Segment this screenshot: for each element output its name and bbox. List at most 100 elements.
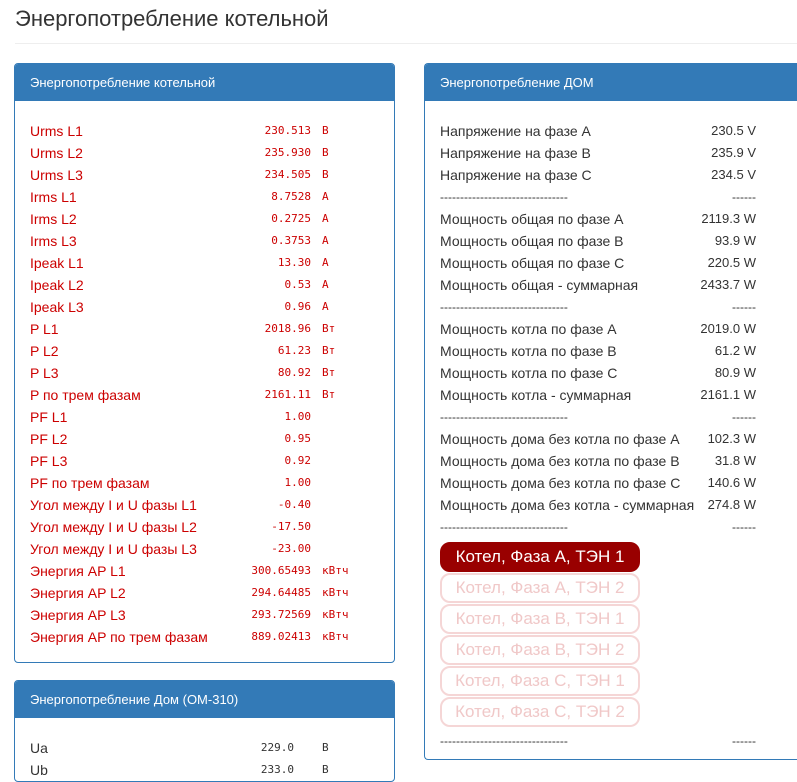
house-row-label: Мощность котла по фазе C (440, 365, 618, 381)
house-row-value: 2019.0 W (700, 321, 756, 336)
boiler-row: Ipeak L2 0.53 А (15, 274, 394, 296)
boiler-row-label: P по трем фазам (30, 387, 141, 403)
house-row: Мощность общая по фазе B 93.9 W (425, 230, 797, 252)
boiler-row: Irms L2 0.2725 А (15, 208, 394, 230)
house-rows: Напряжение на фазе A 230.5 V Напряжение на… (425, 101, 797, 752)
house-row-label: Мощность общая - суммарная (440, 277, 639, 293)
boiler-row: P L3 80.92 Вт (15, 362, 394, 384)
house-row-value: 31.8 W (714, 453, 756, 468)
boiler-row: Urms L2 235.930 В (15, 142, 394, 164)
boiler-row-unit: А (322, 300, 329, 313)
house-row: Мощность общая по фазе C 220.5 W (425, 252, 797, 274)
house-row-value: 2119.3 W (701, 211, 756, 226)
house-om-panel-heading: Энергопотребление Дом (ОМ-310) (15, 681, 394, 718)
boiler-row-value: 61.23 (277, 344, 311, 357)
boiler-row-label: P L1 (30, 321, 59, 337)
house-row-label: Мощность котла по фазе A (440, 321, 617, 337)
boiler-row-label: Ipeak L2 (30, 277, 84, 293)
separator-left: -------------------------------- (440, 190, 568, 204)
house-om-row-value: 229.0 (260, 741, 294, 754)
boiler-row-unit: кВтч (322, 630, 349, 643)
boiler-row-unit: Вт (322, 344, 336, 357)
boiler-row-label: Irms L3 (30, 233, 77, 249)
boiler-row: Энергия AP по трем фазам 889.02413 кВтч (15, 626, 394, 648)
boiler-row-label: Угол между I и U фазы L2 (30, 519, 197, 535)
boiler-row-unit: Вт (322, 366, 336, 379)
heater-toggle-button[interactable]: Котел, Фаза C, ТЭН 1 (440, 666, 640, 696)
house-row: Мощность дома без котла по фазе A 102.3 W (425, 428, 797, 450)
boiler-row-value: 80.92 (277, 366, 311, 379)
house-row-label: Мощность общая по фазе B (440, 233, 624, 249)
separator-left: -------------------------------- (440, 410, 568, 424)
separator-right: ------ (732, 410, 756, 424)
boiler-row: Irms L1 8.7528 А (15, 186, 394, 208)
boiler-row: PF L2 0.95 (15, 428, 394, 450)
separator-row: -------------------------------- ------ (425, 516, 797, 538)
heater-toggle-button[interactable]: Котел, Фаза B, ТЭН 1 (440, 604, 640, 634)
separator-left: -------------------------------- (440, 520, 568, 534)
boiler-row-unit: А (322, 190, 329, 203)
boiler-row: Urms L1 230.513 В (15, 120, 394, 142)
house-row-value: 274.8 W (707, 497, 756, 512)
house-row: Напряжение на фазе C 234.5 V (425, 164, 797, 186)
separator-row: -------------------------------- ------ (425, 406, 797, 428)
boiler-row: Энергия AP L1 300.65493 кВтч (15, 560, 394, 582)
boiler-row-unit: кВтч (322, 564, 349, 577)
boiler-row-value: 235.930 (264, 146, 311, 159)
house-om-row-label: Ua (30, 740, 48, 756)
boiler-row-value: 2161.11 (264, 388, 311, 401)
boiler-row-unit: кВтч (322, 608, 349, 621)
house-row-label: Мощность дома без котла по фазе B (440, 453, 680, 469)
boiler-row-unit: А (322, 278, 329, 291)
separator-row: -------------------------------- ------ (425, 730, 797, 752)
boiler-row-label: PF L2 (30, 431, 68, 447)
boiler-row: Urms L3 234.505 В (15, 164, 394, 186)
boiler-row-unit: кВтч (322, 586, 349, 599)
boiler-row-value: -23.00 (271, 542, 311, 555)
house-row-value: 80.9 W (714, 365, 756, 380)
boiler-row-label: P L2 (30, 343, 59, 359)
boiler-row-label: Угол между I и U фазы L1 (30, 497, 197, 513)
boiler-row: Угол между I и U фазы L2 -17.50 (15, 516, 394, 538)
house-row-label: Напряжение на фазе A (440, 123, 591, 139)
boiler-row-value: 0.95 (284, 432, 312, 445)
heater-toggle-button[interactable]: Котел, Фаза A, ТЭН 2 (440, 573, 640, 603)
house-row-value: 61.2 W (714, 343, 756, 358)
boiler-row-label: Энергия AP L1 (30, 563, 126, 579)
boiler-row-value: 300.65493 (251, 564, 311, 577)
boiler-row-unit: А (322, 234, 329, 247)
boiler-row-value: 1.00 (284, 476, 312, 489)
boiler-row-value: 0.96 (284, 300, 312, 313)
separator-row: -------------------------------- ------ (425, 186, 797, 208)
boiler-row-label: P L3 (30, 365, 59, 381)
boiler-row-unit: В (322, 146, 329, 159)
heater-toggle-button[interactable]: Котел, Фаза C, ТЭН 2 (440, 697, 640, 727)
heater-toggle-button[interactable]: Котел, Фаза B, ТЭН 2 (440, 635, 640, 665)
boiler-row: Энергия AP L3 293.72569 кВтч (15, 604, 394, 626)
house-row: Мощность котла - суммарная 2161.1 W (425, 384, 797, 406)
boiler-row: Угол между I и U фазы L3 -23.00 (15, 538, 394, 560)
boiler-row-value: 889.02413 (251, 630, 311, 643)
boiler-row-value: 294.64485 (251, 586, 311, 599)
boiler-row: Угол между I и U фазы L1 -0.40 (15, 494, 394, 516)
house-row: Мощность общая - суммарная 2433.7 W (425, 274, 797, 296)
separator-right: ------ (732, 520, 756, 534)
boiler-row-value: 0.92 (284, 454, 312, 467)
boiler-row-value: 0.3753 (271, 234, 311, 247)
house-row: Напряжение на фазе A 230.5 V (425, 120, 797, 142)
boiler-row: P L1 2018.96 Вт (15, 318, 394, 340)
heater-buttons: Котел, Фаза A, ТЭН 1 Котел, Фаза A, ТЭН 2… (425, 538, 797, 730)
house-row-label: Мощность общая по фазе C (440, 255, 625, 271)
house-panel-heading: Энергопотребление ДОМ (425, 64, 797, 101)
boiler-row-value: -0.40 (277, 498, 311, 511)
boiler-row-unit: А (322, 212, 329, 225)
boiler-row-label: Ipeak L3 (30, 299, 84, 315)
separator-left: -------------------------------- (440, 300, 568, 314)
boiler-row-value: 8.7528 (271, 190, 311, 203)
boiler-row: Ipeak L1 13.30 А (15, 252, 394, 274)
boiler-row-value: 2018.96 (264, 322, 311, 335)
boiler-row-label: Urms L3 (30, 167, 83, 183)
house-row-value: 102.3 W (707, 431, 756, 446)
heater-toggle-button[interactable]: Котел, Фаза A, ТЭН 1 (440, 542, 640, 572)
house-row-value: 2161.1 W (700, 387, 756, 402)
